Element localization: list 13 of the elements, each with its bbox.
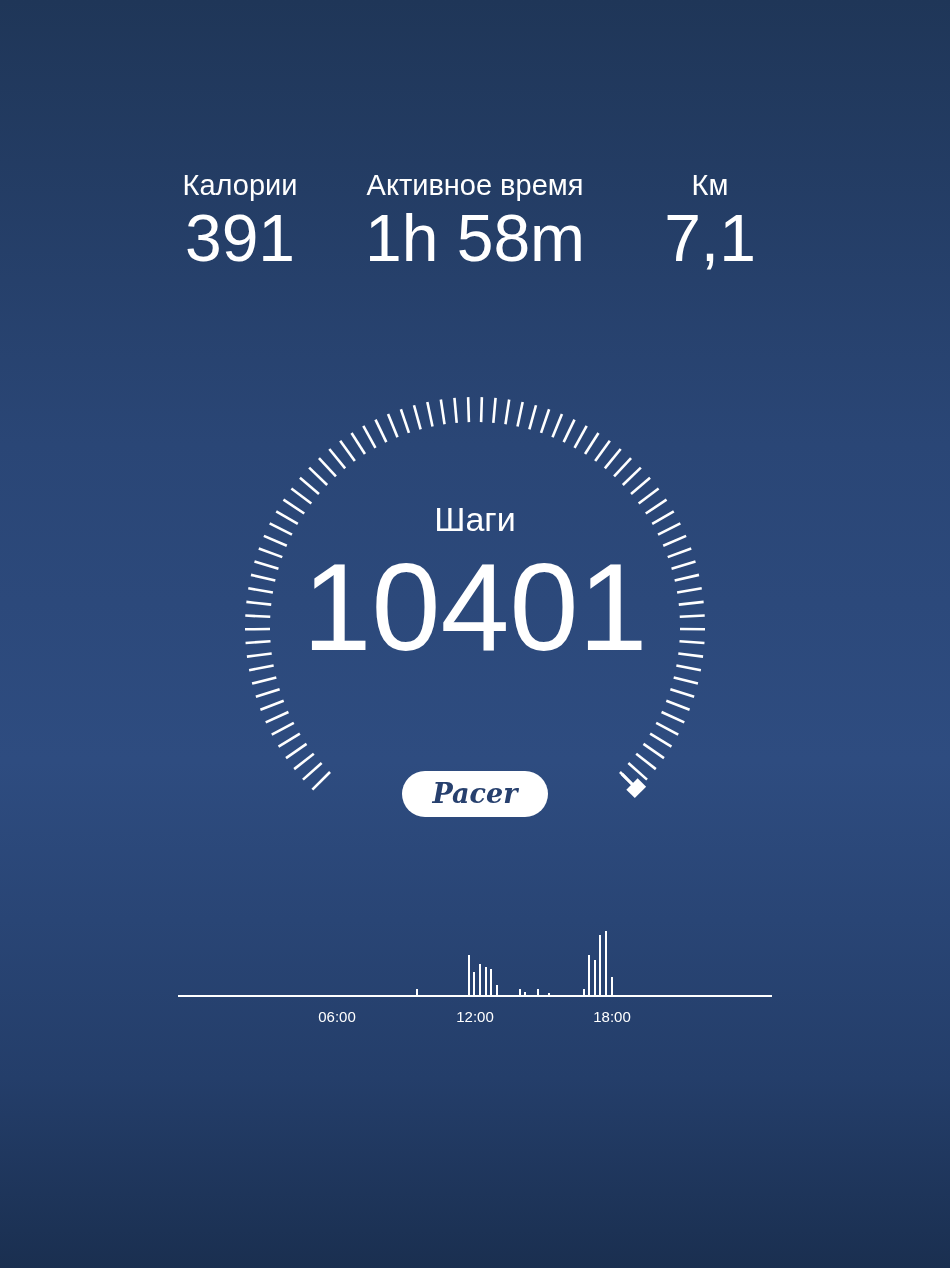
stat-label: Активное время [366,170,584,202]
axis-label: 06:00 [318,1008,356,1026]
axis-label: 18:00 [593,1008,631,1026]
stat-value: 391 [184,201,296,275]
steps-count: 10401 [302,538,648,677]
progress-marker [621,773,647,799]
stat-label: Км [691,170,729,202]
stat-value: 1h 58m [364,201,586,275]
stat-value: 7,1 [664,201,756,275]
steps-label: Шаги [434,500,516,539]
axis-label: 12:00 [456,1008,494,1026]
logo: Pacer [402,771,548,818]
stat-label: Калории [182,170,298,202]
